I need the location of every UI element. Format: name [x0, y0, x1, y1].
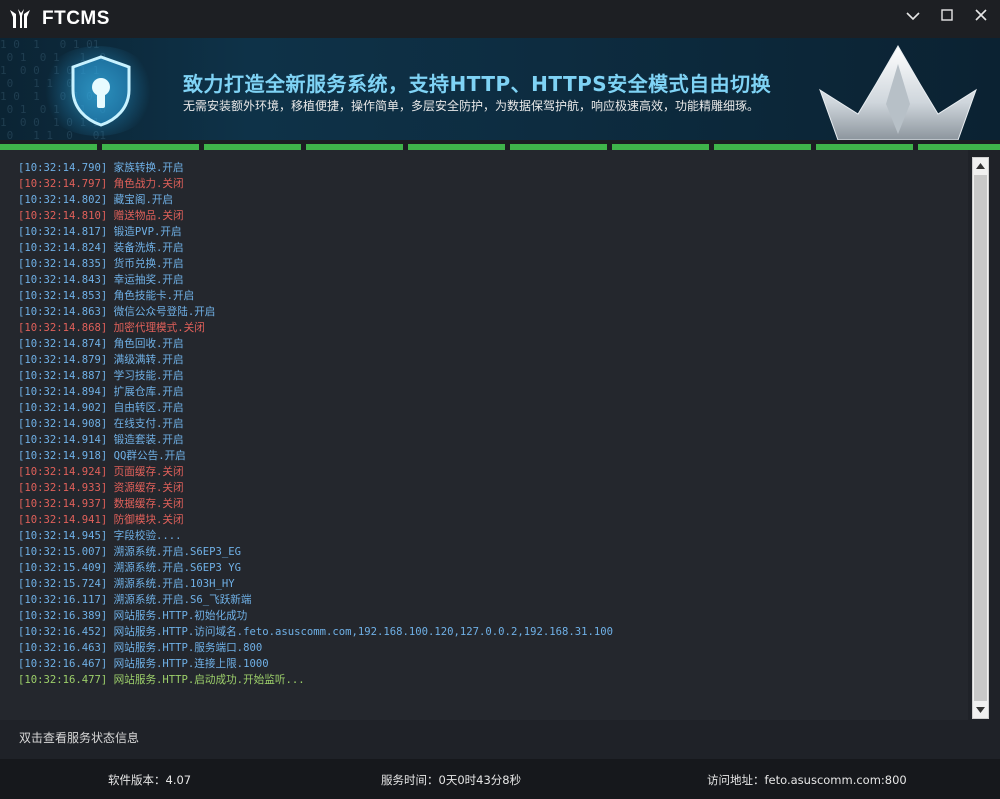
- log-line: [10:32:14.945] 字段校验....: [18, 530, 182, 542]
- log-line: [10:32:14.918] QQ群公告.开启: [18, 450, 186, 462]
- maximize-button[interactable]: [932, 3, 962, 29]
- log-line: [10:32:16.477] 网站服务.HTTP.启动成功.开始监听...: [18, 674, 305, 686]
- log-line: [10:32:14.797] 角色战力.关闭: [18, 178, 184, 190]
- log-line: [10:32:14.902] 自由转区.开启: [18, 402, 184, 414]
- uptime-label: 服务时间：0天0时43分8秒: [381, 773, 522, 787]
- log-line: [10:32:14.937] 数据缓存.关闭: [18, 498, 184, 510]
- log-line: [10:32:14.843] 幸运抽奖.开启: [18, 274, 184, 286]
- minimize-button[interactable]: [898, 3, 928, 29]
- log-line: [10:32:14.817] 锻造PVP.开启: [18, 226, 182, 238]
- progress-segments: [0, 140, 1000, 150]
- log-line: [10:32:14.933] 资源缓存.关闭: [18, 482, 184, 494]
- log-line: [10:32:14.879] 满级满转.开启: [18, 354, 184, 366]
- log-line: [10:32:14.887] 学习技能.开启: [18, 370, 184, 382]
- log-line: [10:32:16.467] 网站服务.HTTP.连接上限.1000: [18, 658, 269, 670]
- log-scrollbar[interactable]: [972, 157, 989, 719]
- title-bar: FTCMS: [0, 0, 1000, 38]
- arrow-down-icon: [976, 707, 985, 713]
- close-button[interactable]: [966, 3, 996, 29]
- log-line: [10:32:14.835] 货币兑换.开启: [18, 258, 184, 270]
- log-line: [10:32:14.810] 赠送物品.关闭: [18, 210, 184, 222]
- log-line: [10:32:14.914] 锻造套装.开启: [18, 434, 184, 446]
- square-icon: [941, 9, 953, 21]
- double-click-hint: 双击查看服务状态信息: [19, 731, 140, 745]
- arrow-up-icon: [976, 163, 985, 169]
- app-title: FTCMS: [42, 8, 110, 29]
- log-line: [10:32:15.724] 溯源系统.开启.103H_HY: [18, 578, 235, 590]
- log-line: [10:32:16.452] 网站服务.HTTP.访问域名.feto.asusc…: [18, 626, 613, 638]
- chevron-down-icon: [906, 12, 920, 21]
- log-line: [10:32:14.853] 角色技能卡.开启: [18, 290, 195, 302]
- banner-headline: 致力打造全新服务系统，支持HTTP、HTTPS安全模式自由切换: [183, 72, 772, 96]
- log-line: [10:32:14.790] 家族转换.开启: [18, 162, 184, 174]
- log-line: [10:32:16.463] 网站服务.HTTP.服务端口.800: [18, 642, 263, 654]
- log-line: [10:32:14.802] 藏宝阁.开启: [18, 194, 174, 206]
- crown-emblem-icon: [819, 45, 977, 140]
- address-label: 访问地址：feto.asuscomm.com:800: [707, 773, 907, 787]
- scroll-thumb[interactable]: [974, 175, 987, 701]
- log-line: [10:32:14.824] 装备洗炼.开启: [18, 242, 184, 254]
- scroll-down-button[interactable]: [973, 702, 988, 718]
- log-line: [10:32:16.117] 溯源系统.开启.S6_飞跃新端: [18, 594, 252, 606]
- scroll-up-button[interactable]: [973, 158, 988, 174]
- log-line: [10:32:14.894] 扩展仓库.开启: [18, 386, 184, 398]
- log-line: [10:32:14.924] 页面缓存.关闭: [18, 466, 184, 478]
- close-icon: [975, 9, 987, 21]
- status-bar: 软件版本：4.07 服务时间：0天0时43分8秒 访问地址：feto.asusc…: [0, 759, 1000, 799]
- log-line: [10:32:14.868] 加密代理模式.关闭: [18, 322, 205, 334]
- version-label: 软件版本：4.07: [108, 773, 192, 787]
- banner: 1 0 1 0 1 01 0 1 0 1 1 0 1 0 0 1 0 1 1 0…: [0, 38, 1000, 140]
- security-shield-icon: [71, 55, 131, 127]
- banner-subline: 无需安装额外环境，移植便捷，操作简单，多层安全防护，为数据保驾护航，响应极速高效…: [183, 99, 760, 113]
- log-line: [10:32:14.863] 微信公众号登陆.开启: [18, 306, 216, 318]
- log-line: [10:32:14.941] 防御模块.关闭: [18, 514, 184, 526]
- log-line: [10:32:15.007] 溯源系统.开启.S6EP3_EG: [18, 546, 242, 558]
- log-line: [10:32:14.908] 在线支付.开启: [18, 418, 184, 430]
- log-line: [10:32:16.389] 网站服务.HTTP.初始化成功: [18, 610, 248, 622]
- log-line: [10:32:14.874] 角色回收.开启: [18, 338, 184, 350]
- app-logo-icon: [10, 9, 30, 28]
- log-line: [10:32:15.409] 溯源系统.开启.S6EP3 YG: [18, 562, 242, 574]
- log-panel[interactable]: [10:32:14.790] 家族转换.开启 [10:32:14.797] 角色战…: [0, 150, 968, 720]
